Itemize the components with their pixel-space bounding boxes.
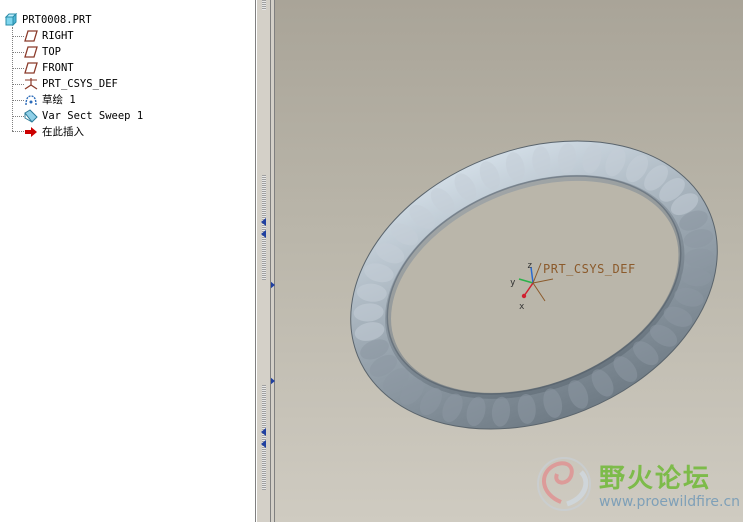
splitter-grip[interactable] xyxy=(262,385,266,490)
model-tree-panel: PRT0008.PRT RIGHT TOP FRONT PRT_CSYS_DEF… xyxy=(0,0,256,522)
tree-item-label: Var Sect Sweep 1 xyxy=(42,110,144,122)
watermark-logo-icon xyxy=(531,454,597,514)
tree-connector-line xyxy=(12,100,24,101)
tree-root-part[interactable]: PRT0008.PRT xyxy=(4,12,92,28)
collapse-left-arrow-icon[interactable] xyxy=(261,230,266,238)
tree-item-sweep[interactable]: Var Sect Sweep 1 xyxy=(24,108,143,124)
tree-item-sketch[interactable]: 草绘 1 xyxy=(24,92,76,108)
tree-item-label: 草绘 1 xyxy=(42,94,76,106)
svg-text:x: x xyxy=(519,302,525,312)
coordinate-system-icon xyxy=(24,77,38,91)
tree-connector-line xyxy=(12,36,24,37)
tree-item-label: RIGHT xyxy=(42,30,74,42)
collapse-left-arrow-icon[interactable] xyxy=(261,428,266,436)
splitter-grip[interactable] xyxy=(262,0,266,10)
tree-connector-line xyxy=(12,131,24,132)
insert-here-arrow-icon xyxy=(24,125,38,139)
tree-item-right[interactable]: RIGHT xyxy=(24,28,74,44)
tree-connector-line xyxy=(12,52,24,53)
sweep-feature-icon xyxy=(24,109,38,123)
collapse-left-arrow-icon[interactable] xyxy=(261,218,266,226)
tree-root-label: PRT0008.PRT xyxy=(22,14,92,26)
datum-plane-icon xyxy=(24,45,38,59)
tree-item-label: TOP xyxy=(42,46,61,58)
tree-connector-line xyxy=(12,116,24,117)
splitter-divider xyxy=(270,0,271,522)
csys-label: PRT_CSYS_DEF xyxy=(543,262,636,276)
datum-plane-icon xyxy=(24,29,38,43)
torus-model[interactable]: y x z xyxy=(275,0,743,522)
pane-splitter[interactable] xyxy=(256,0,275,522)
tree-item-csys[interactable]: PRT_CSYS_DEF xyxy=(24,76,118,92)
tree-connector-line xyxy=(12,84,24,85)
datum-plane-icon xyxy=(24,61,38,75)
svg-text:z: z xyxy=(527,261,532,271)
tree-item-top[interactable]: TOP xyxy=(24,44,61,60)
tree-item-label: PRT_CSYS_DEF xyxy=(42,78,118,90)
svg-text:y: y xyxy=(510,278,516,288)
graphics-viewport[interactable]: y x z PRT_CSYS_DEF 野火论坛 www.proewildfire… xyxy=(275,0,743,522)
tree-item-label: 在此插入 xyxy=(42,126,84,138)
tree-item-insert-here[interactable]: 在此插入 xyxy=(24,124,84,140)
tree-connector-line xyxy=(12,68,24,69)
tree-item-label: FRONT xyxy=(42,62,74,74)
watermark-url: www.proewildfire.cn xyxy=(599,494,741,510)
splitter-grip[interactable] xyxy=(262,175,266,280)
collapse-left-arrow-icon[interactable] xyxy=(261,440,266,448)
part-icon xyxy=(4,12,18,27)
sketch-icon xyxy=(24,93,38,107)
tree-item-front[interactable]: FRONT xyxy=(24,60,74,76)
watermark-title: 野火论坛 xyxy=(599,464,712,494)
